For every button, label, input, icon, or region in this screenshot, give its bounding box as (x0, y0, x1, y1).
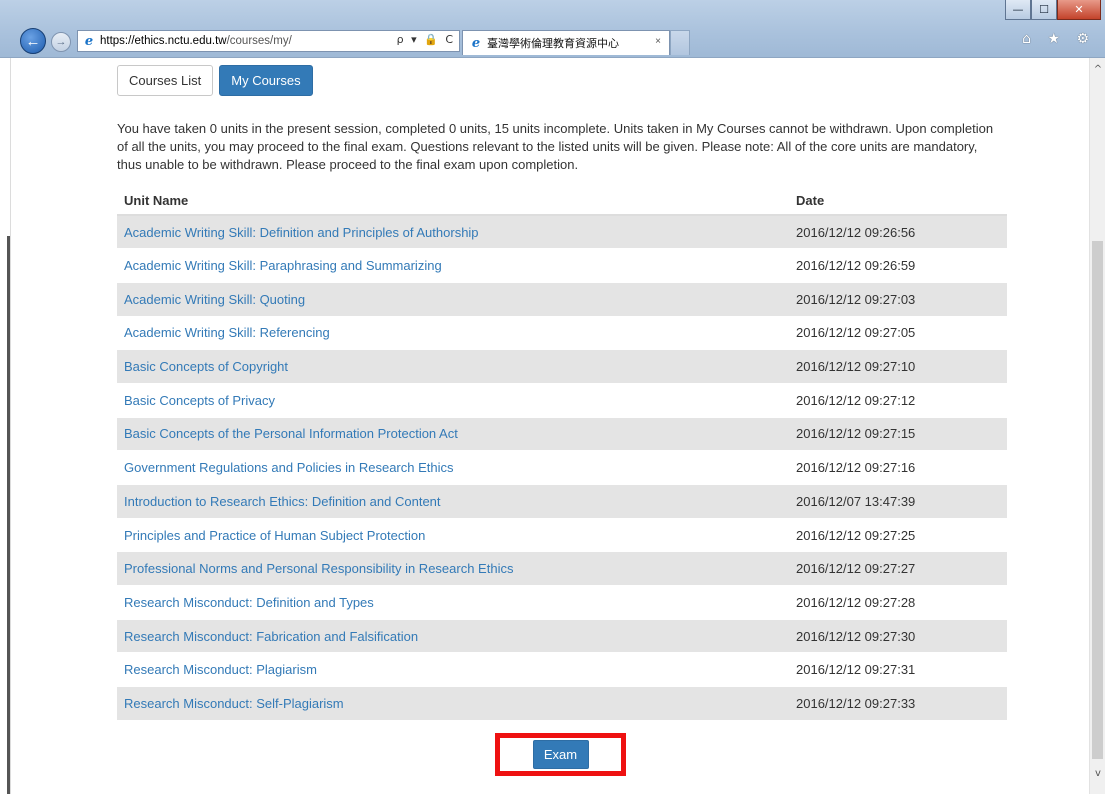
page-content: Courses List My Courses You have taken 0… (12, 58, 1089, 794)
tab-favicon-icon: e (471, 35, 481, 51)
table-row: Academic Writing Skill: Definition and P… (117, 214, 1007, 249)
tab-close-icon[interactable]: × (655, 36, 661, 47)
unit-link[interactable]: Principles and Practice of Human Subject… (124, 528, 425, 543)
address-bar[interactable]: e https://ethics.nctu.edu.tw/courses/my/… (77, 30, 460, 52)
unit-link[interactable]: Basic Concepts of Privacy (124, 393, 275, 408)
minimize-button[interactable]: — (1005, 0, 1031, 20)
unit-name-cell: Government Regulations and Policies in R… (117, 450, 789, 485)
unit-date-cell: 2016/12/12 09:27:31 (789, 652, 1007, 687)
scroll-thumb[interactable] (1092, 241, 1103, 759)
site-favicon-icon: e (84, 33, 94, 49)
unit-name-header: Unit Name (117, 187, 789, 216)
table-row: Academic Writing Skill: Referencing 2016/… (117, 315, 1007, 350)
unit-date-cell: 2016/12/12 09:27:15 (789, 416, 1007, 451)
unit-link[interactable]: Research Misconduct: Fabrication and Fal… (124, 629, 418, 644)
unit-date-cell: 2016/12/12 09:27:28 (789, 585, 1007, 620)
left-page-edge (0, 58, 11, 794)
unit-name-cell: Academic Writing Skill: Quoting (117, 281, 789, 317)
unit-link[interactable]: Research Misconduct: Self-Plagiarism (124, 696, 344, 711)
unit-date-cell: 2016/12/12 09:27:30 (789, 618, 1007, 653)
unit-date-cell: 2016/12/12 09:27:33 (789, 686, 1007, 721)
vertical-scrollbar[interactable]: ^ v (1089, 58, 1105, 794)
tab-my-courses[interactable]: My Courses (219, 65, 313, 96)
forward-arrow-icon[interactable]: → (51, 32, 71, 52)
unit-date-cell: 2016/12/12 09:27:10 (789, 349, 1007, 384)
table-row: Basic Concepts of the Personal Informati… (117, 416, 1007, 451)
unit-name-cell: Introduction to Research Ethics: Definit… (117, 484, 789, 519)
unit-link[interactable]: Academic Writing Skill: Paraphrasing and… (124, 258, 442, 273)
date-header: Date (789, 187, 1007, 216)
unit-date-cell: 2016/12/12 09:27:05 (789, 315, 1007, 350)
table-row: Research Misconduct: Fabrication and Fal… (117, 618, 1007, 653)
unit-link[interactable]: Introduction to Research Ethics: Definit… (124, 494, 441, 509)
table-header-row: Unit Name Date (117, 187, 1007, 216)
unit-date-cell: 2016/12/07 13:47:39 (789, 484, 1007, 519)
unit-name-cell: Academic Writing Skill: Definition and P… (117, 214, 789, 249)
address-url: https://ethics.nctu.edu.tw/courses/my/ (100, 35, 292, 47)
unit-link[interactable]: Basic Concepts of the Personal Informati… (124, 426, 458, 441)
scroll-down-icon[interactable]: v (1090, 764, 1105, 782)
table-row: Research Misconduct: Definition and Type… (117, 585, 1007, 620)
tab-courses-list[interactable]: Courses List (117, 65, 214, 96)
back-arrow-icon[interactable]: ← (20, 28, 46, 54)
table-row: Basic Concepts of Privacy 2016/12/12 09:2… (117, 382, 1007, 418)
toolbar-icons[interactable]: ⌂ ★ ⚙ (1022, 31, 1095, 47)
unit-name-cell: Principles and Practice of Human Subject… (117, 517, 789, 552)
table-row: Academic Writing Skill: Quoting 2016/12/1… (117, 281, 1007, 317)
table-row: Research Misconduct: Self-Plagiarism 2016… (117, 686, 1007, 721)
unit-name-cell: Research Misconduct: Self-Plagiarism (117, 686, 789, 721)
new-tab-button[interactable] (670, 30, 690, 55)
table-row: Principles and Practice of Human Subject… (117, 517, 1007, 552)
window-controls: — ☐ ✕ (1005, 0, 1101, 20)
scroll-up-icon[interactable]: ^ (1090, 60, 1105, 78)
table-row: Introduction to Research Ethics: Definit… (117, 484, 1007, 519)
table-row: Research Misconduct: Plagiarism 2016/12/1… (117, 652, 1007, 687)
unit-link[interactable]: Academic Writing Skill: Definition and P… (124, 225, 479, 240)
navigation-bar: ← → e https://ethics.nctu.edu.tw/courses… (0, 27, 1105, 55)
unit-date-cell: 2016/12/12 09:27:25 (789, 517, 1007, 552)
unit-date-cell: 2016/12/12 09:26:56 (789, 214, 1007, 249)
unit-name-cell: Research Misconduct: Definition and Type… (117, 585, 789, 620)
table-row: Academic Writing Skill: Paraphrasing and… (117, 248, 1007, 283)
unit-name-cell: Basic Concepts of the Personal Informati… (117, 416, 789, 451)
unit-name-cell: Professional Norms and Personal Responsi… (117, 551, 789, 586)
maximize-button[interactable]: ☐ (1031, 0, 1057, 20)
unit-name-cell: Academic Writing Skill: Referencing (117, 315, 789, 350)
units-table-body: Academic Writing Skill: Definition and P… (117, 214, 1007, 721)
unit-link[interactable]: Basic Concepts of Copyright (124, 359, 288, 374)
tab-title: 臺灣學術倫理教育資源中心 (487, 37, 619, 50)
unit-name-cell: Research Misconduct: Fabrication and Fal… (117, 618, 789, 653)
exam-highlight-box: Exam (495, 733, 626, 776)
unit-link[interactable]: Government Regulations and Policies in R… (124, 460, 454, 475)
browser-chrome: — ☐ ✕ ← → e https://ethics.nctu.edu.tw/c… (0, 0, 1105, 58)
address-tools-icon[interactable]: ρ ▾ 🔒 C (397, 33, 455, 46)
unit-date-cell: 2016/12/12 09:27:27 (789, 551, 1007, 586)
unit-name-cell: Research Misconduct: Plagiarism (117, 652, 789, 687)
unit-link[interactable]: Academic Writing Skill: Referencing (124, 325, 330, 340)
unit-date-cell: 2016/12/12 09:26:59 (789, 248, 1007, 283)
close-window-button[interactable]: ✕ (1057, 0, 1101, 20)
unit-link[interactable]: Academic Writing Skill: Quoting (124, 292, 305, 307)
exam-button[interactable]: Exam (532, 740, 589, 769)
unit-link[interactable]: Research Misconduct: Definition and Type… (124, 595, 374, 610)
units-table: Unit Name Date Academic Writing Skill: D… (117, 187, 1007, 721)
browser-tab[interactable]: e 臺灣學術倫理教育資源中心 × (462, 30, 670, 55)
unit-link[interactable]: Professional Norms and Personal Responsi… (124, 561, 513, 576)
unit-name-cell: Academic Writing Skill: Paraphrasing and… (117, 248, 789, 283)
table-row: Professional Norms and Personal Responsi… (117, 551, 1007, 586)
unit-link[interactable]: Research Misconduct: Plagiarism (124, 662, 317, 677)
course-tabs: Courses List My Courses (117, 65, 313, 96)
unit-date-cell: 2016/12/12 09:27:12 (789, 382, 1007, 418)
unit-name-cell: Basic Concepts of Privacy (117, 382, 789, 418)
unit-date-cell: 2016/12/12 09:27:16 (789, 450, 1007, 485)
unit-date-cell: 2016/12/12 09:27:03 (789, 281, 1007, 317)
table-row: Basic Concepts of Copyright 2016/12/12 09… (117, 349, 1007, 384)
unit-name-cell: Basic Concepts of Copyright (117, 349, 789, 384)
intro-text: You have taken 0 units in the present se… (117, 121, 994, 172)
table-row: Government Regulations and Policies in R… (117, 450, 1007, 485)
